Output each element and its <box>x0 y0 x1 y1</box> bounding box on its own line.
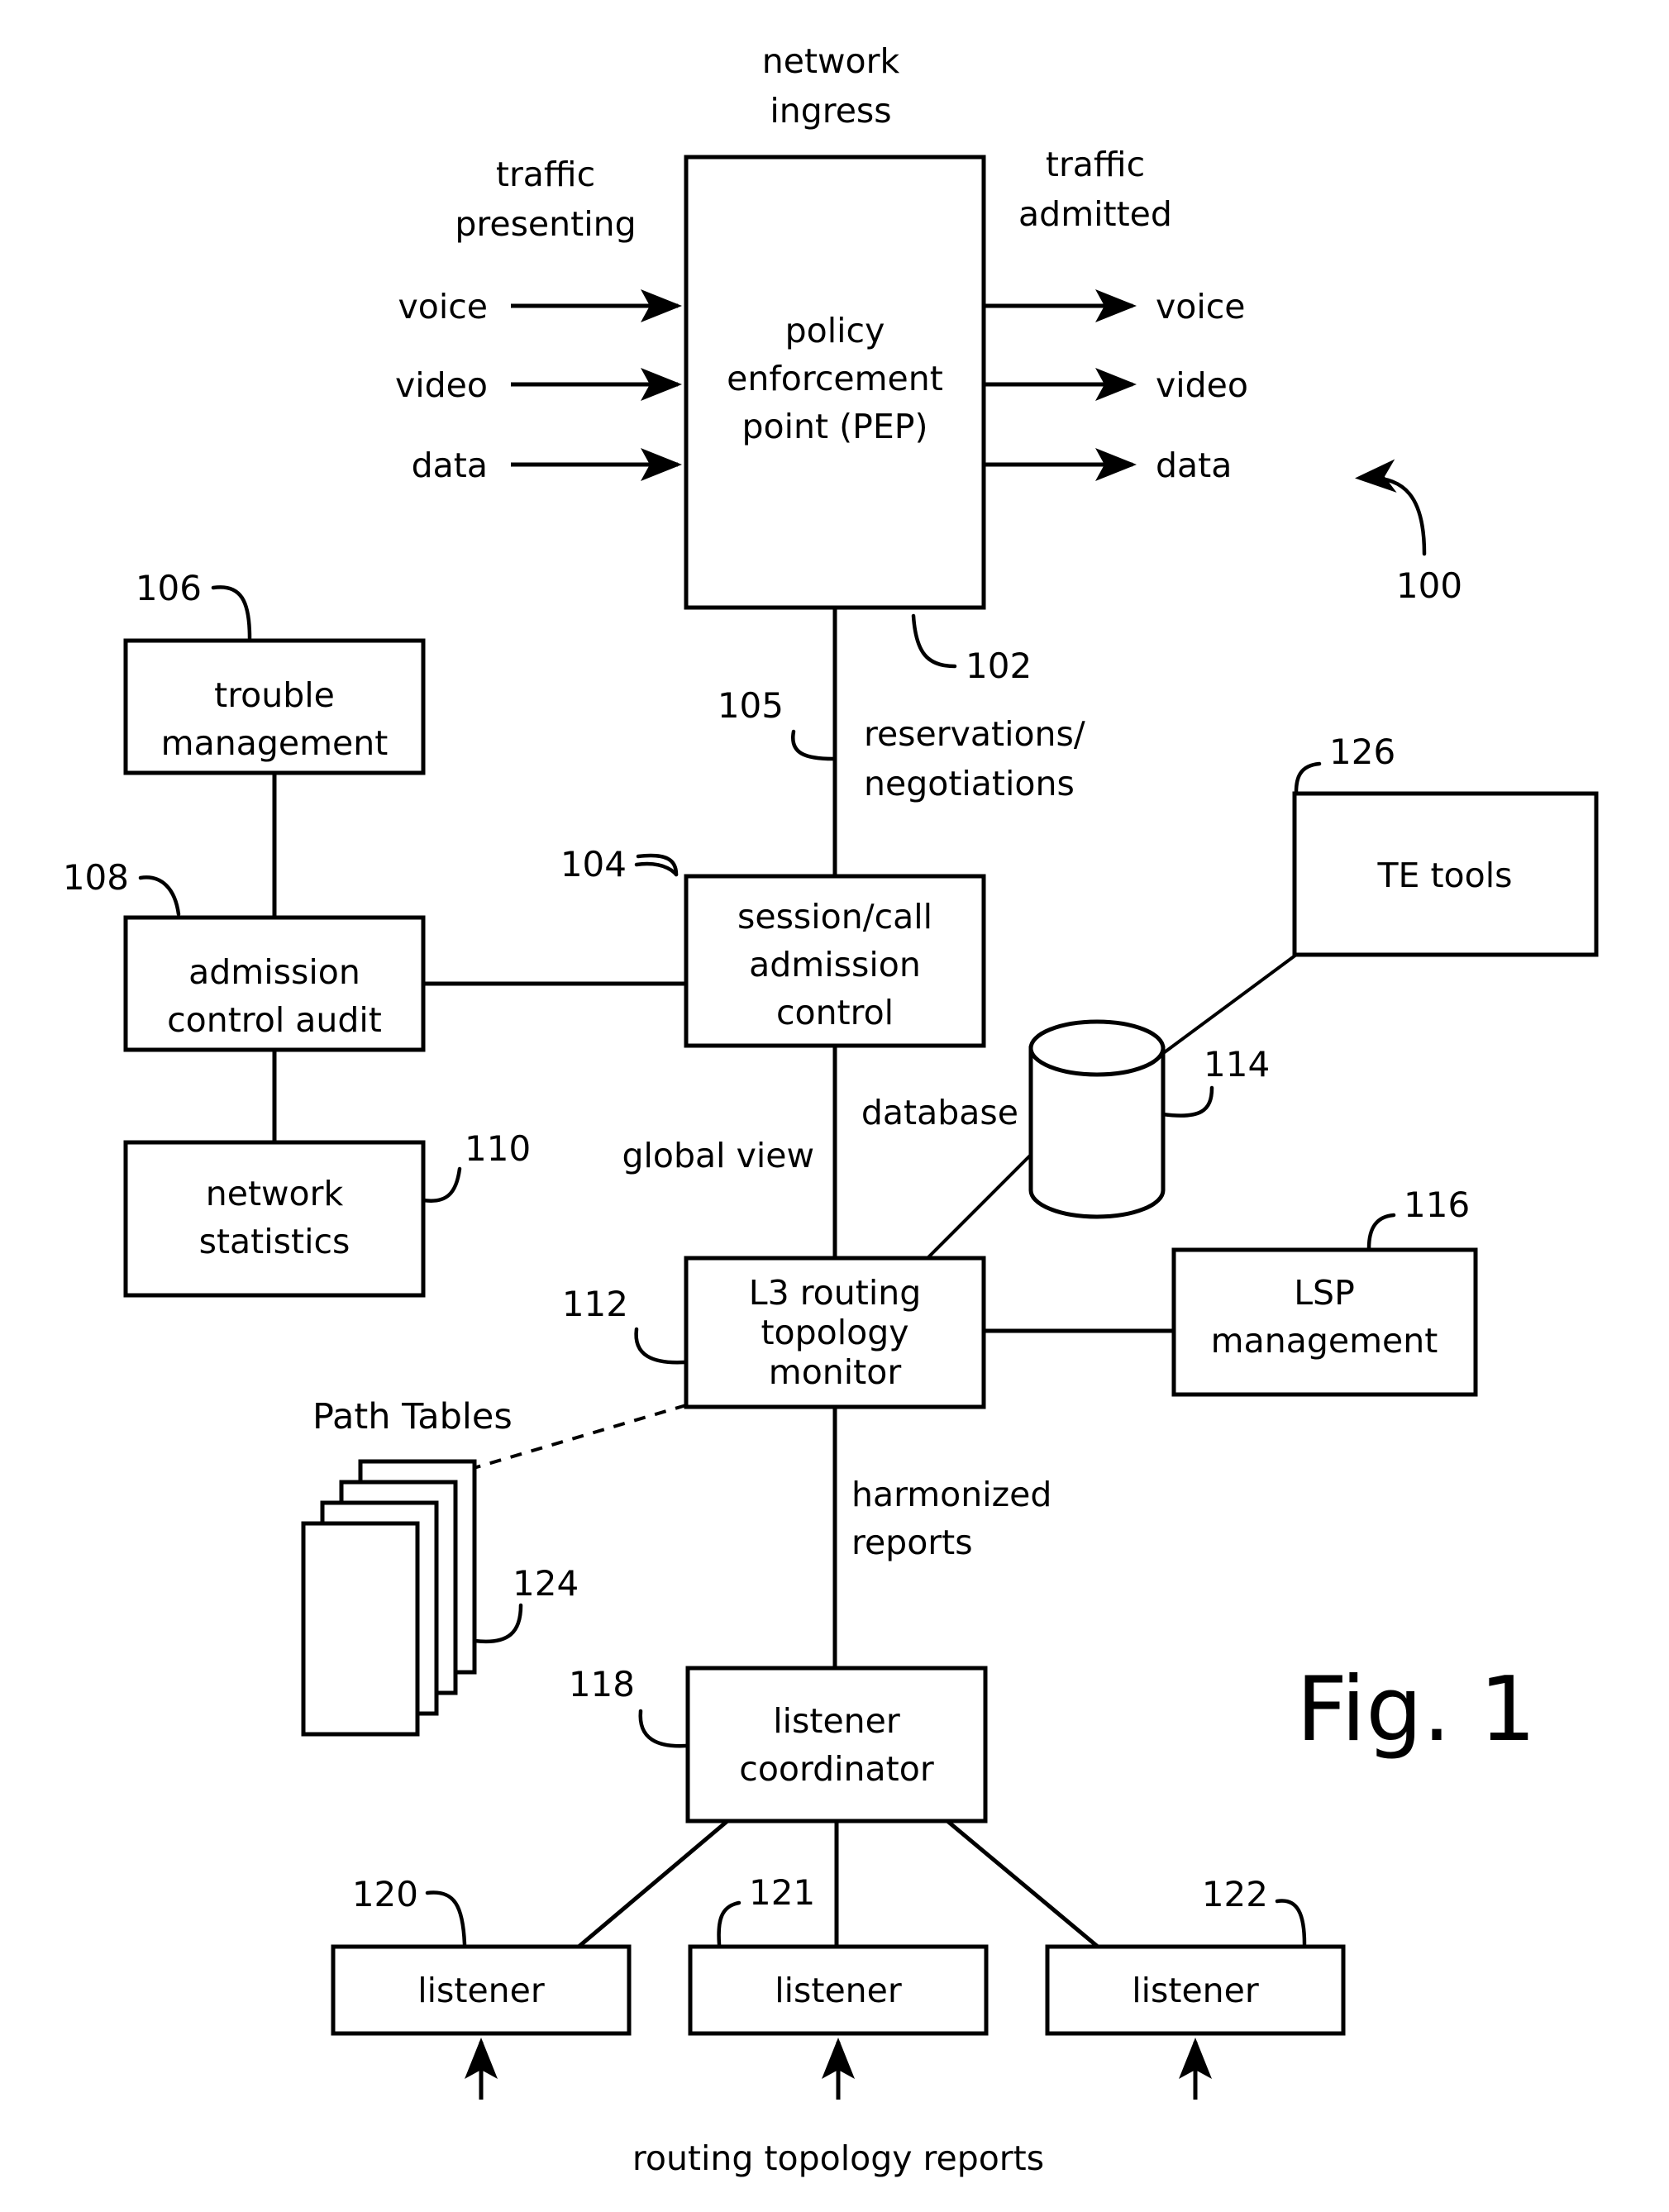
input-label-video: video <box>395 365 488 405</box>
ref-118-leader <box>638 1709 689 1748</box>
ref-114-leader <box>1161 1085 1214 1118</box>
ref-122-leader <box>1275 1899 1307 1947</box>
network-statistics-label-line1: network <box>206 1174 344 1213</box>
l3-label-line2: topology <box>761 1313 908 1352</box>
ref-114: 114 <box>1204 1044 1270 1085</box>
ref-124: 124 <box>513 1563 579 1604</box>
ref-108-leader <box>138 875 181 917</box>
l3-label-line3: monitor <box>769 1352 902 1392</box>
routing-topology-reports-label: routing topology reports <box>632 2138 1044 2178</box>
ref-106-leader <box>211 585 252 641</box>
listener-left-label: listener <box>417 1971 545 2010</box>
lsp-management-label-line1: LSP <box>1294 1273 1355 1313</box>
network-statistics-box <box>123 1140 426 1298</box>
traffic-presenting-label-line2: presenting <box>455 204 636 244</box>
patent-figure-1: network ingress traffic presenting traff… <box>0 0 1669 2212</box>
lsp-management-label-line2: management <box>1211 1321 1438 1361</box>
pep-label-line3: point (PEP) <box>742 407 928 446</box>
listener-right-label: listener <box>1132 1971 1259 2010</box>
network-ingress-label-line1: network <box>762 41 900 81</box>
system-leader-arrow <box>1355 459 1427 556</box>
input-label-data: data <box>412 446 488 485</box>
te-tools-label: TE tools <box>1377 856 1513 895</box>
listener-coordinator-label-line2: coordinator <box>739 1749 934 1789</box>
harmonized-reports-label-line1: harmonized <box>851 1475 1051 1514</box>
input-label-voice: voice <box>398 287 488 327</box>
sac-label-line1: session/call <box>737 897 932 937</box>
listener-coordinator-label-line1: listener <box>773 1701 900 1741</box>
ref-104: 104 <box>560 844 627 884</box>
path-tables-label: Path Tables <box>312 1396 513 1437</box>
global-view-label: global view <box>622 1136 815 1175</box>
harmonized-reports-label-line2: reports <box>851 1523 973 1562</box>
output-label-data: data <box>1156 446 1232 485</box>
reservations-label-line2: negotiations <box>864 764 1075 803</box>
admission-control-audit-label-line1: admission <box>188 952 360 992</box>
ref-105: 105 <box>718 685 784 726</box>
ref-110: 110 <box>465 1128 531 1169</box>
ref-116-leader <box>1366 1213 1396 1251</box>
ref-108: 108 <box>63 857 129 898</box>
ref-102-leader <box>911 613 957 669</box>
pep-label-line2: enforcement <box>727 359 943 398</box>
ref-104-leader-a <box>634 861 679 877</box>
ref-120-leader <box>425 1890 467 1947</box>
diagram-canvas: network ingress traffic presenting traff… <box>63 41 1599 2178</box>
listener-coordinator-box <box>685 1666 988 1823</box>
ref-122: 122 <box>1202 1874 1268 1914</box>
traffic-admitted-label-line1: traffic <box>1046 145 1145 184</box>
ref-116: 116 <box>1404 1185 1470 1225</box>
l3-label-line1: L3 routing <box>749 1273 921 1313</box>
ref-126-leader <box>1294 761 1322 794</box>
output-label-voice: voice <box>1156 287 1246 327</box>
admission-control-audit-label-line2: control audit <box>167 1000 382 1040</box>
ref-120: 120 <box>352 1874 418 1914</box>
ref-100: 100 <box>1396 565 1462 606</box>
trouble-management-label-line1: trouble <box>214 675 335 715</box>
ref-121: 121 <box>749 1872 815 1913</box>
network-ingress-label-line2: ingress <box>770 91 891 131</box>
traffic-admitted-label-line2: admitted <box>1018 194 1172 234</box>
ref-110-leader <box>421 1166 462 1203</box>
sac-label-line2: admission <box>749 945 921 984</box>
ref-102: 102 <box>966 646 1032 686</box>
ref-112-leader <box>634 1327 687 1365</box>
te-tools-to-database-link <box>1161 953 1298 1056</box>
database-label: database <box>861 1093 1018 1132</box>
trouble-management-label-line2: management <box>161 723 389 763</box>
output-label-video: video <box>1156 365 1248 405</box>
listener-center-label: listener <box>775 1971 902 2010</box>
traffic-presenting-label-line1: traffic <box>496 155 595 194</box>
ref-126: 126 <box>1329 732 1395 772</box>
ref-106: 106 <box>136 568 202 608</box>
figure-label: Fig. 1 <box>1296 1658 1536 1761</box>
ref-121-leader <box>717 1900 742 1947</box>
pep-label-line1: policy <box>785 311 885 350</box>
coordinator-to-listener-left-link <box>577 1819 729 1948</box>
ref-118: 118 <box>569 1664 635 1704</box>
ref-124-leader <box>472 1603 523 1644</box>
sac-label-line3: control <box>776 993 894 1032</box>
network-statistics-label-line2: statistics <box>199 1222 350 1261</box>
ref-105-leader <box>790 729 836 761</box>
path-table-sheet-1 <box>301 1521 420 1737</box>
database-to-l3-link <box>926 1153 1032 1260</box>
reservations-label-line1: reservations/ <box>864 714 1085 754</box>
ref-112: 112 <box>562 1284 628 1324</box>
database-cylinder-top <box>1028 1019 1166 1077</box>
coordinator-to-listener-right-link <box>946 1819 1099 1948</box>
